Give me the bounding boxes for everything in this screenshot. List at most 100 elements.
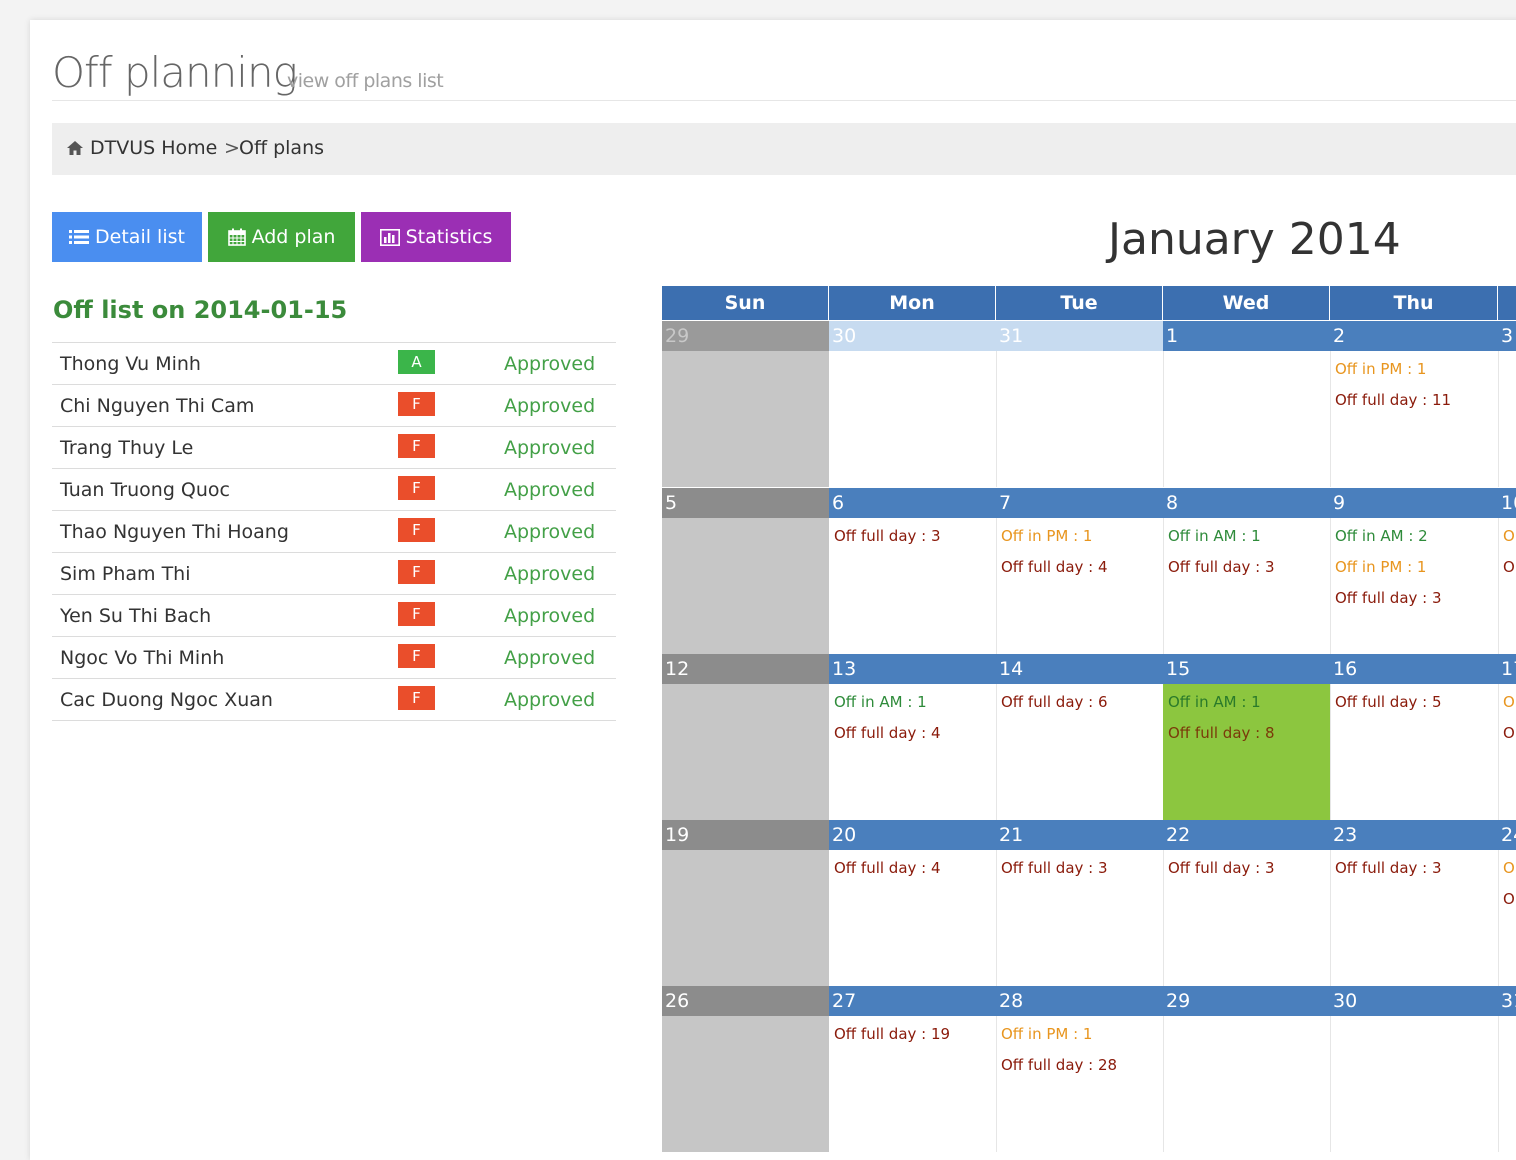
table-row[interactable]: Cac Duong Ngoc Xuan F Approved (52, 679, 616, 721)
home-icon (67, 141, 83, 155)
off-type-badge: F (398, 434, 435, 458)
day-entries: Off full day : 3 (1335, 858, 1442, 889)
day-number: 30 (1330, 986, 1498, 1016)
table-row[interactable]: Thong Vu Minh A Approved (52, 343, 616, 385)
calendar-day[interactable]: 2 Off in PM : 1 Off full day : 11 (1330, 321, 1499, 487)
off-list-title: Off list on 2014-01-15 (53, 296, 348, 324)
status-label: Approved (504, 521, 596, 543)
calendar-day[interactable]: 9 Off in AM : 2 Off in PM : 1 Off full day … (1330, 488, 1499, 654)
calendar-day[interactable]: 30 (1330, 986, 1499, 1152)
day-entries: OO (1503, 526, 1515, 588)
day-number: 9 (1330, 488, 1498, 518)
calendar-day[interactable]: 1 (1163, 321, 1331, 487)
day-entries: OO (1503, 858, 1515, 920)
page-subtitle: view off plans list (287, 70, 444, 92)
day-entries: Off in PM : 1 Off full day : 28 (1001, 1024, 1117, 1086)
calendar-day[interactable]: 30 (829, 321, 997, 487)
day-number: 7 (996, 488, 1163, 518)
table-row[interactable]: Trang Thuy Le F Approved (52, 427, 616, 469)
detail-list-label: Detail list (95, 226, 185, 248)
calendar-day[interactable]: 16 Off full day : 5 (1330, 654, 1499, 820)
calendar-day[interactable]: 14 Off full day : 6 (996, 654, 1164, 820)
calendar-day[interactable]: 7 Off in PM : 1 Off full day : 4 (996, 488, 1164, 654)
bar-chart-icon (379, 228, 400, 246)
day-number: 15 (1163, 654, 1330, 684)
breadcrumb-home-link[interactable]: DTVUS Home (66, 137, 217, 159)
day-number: 5 (662, 488, 829, 518)
off-count-full: Off full day : 3 (1335, 589, 1442, 607)
day-number: 13 (829, 654, 996, 684)
employee-name: Yen Su Thi Bach (60, 605, 212, 627)
day-number: 31 (1498, 986, 1516, 1016)
table-row[interactable]: Thao Nguyen Thi Hoang F Approved (52, 511, 616, 553)
calendar-day[interactable]: 13 Off in AM : 1 Off full day : 4 (829, 654, 997, 820)
calendar-day[interactable]: 21 Off full day : 3 (996, 820, 1164, 986)
off-count-full: Off full day : 3 (1335, 859, 1442, 877)
weekday-header: Tue (996, 286, 1162, 320)
calendar-day[interactable]: 6 Off full day : 3 (829, 488, 997, 654)
off-count-am: Off in AM : 2 (1335, 527, 1428, 545)
day-number: 10 (1498, 488, 1516, 518)
calendar-day[interactable]: 3 (1498, 321, 1516, 487)
status-label: Approved (504, 353, 596, 375)
weekday-header: Sun (662, 286, 828, 320)
off-count-am: Off in AM : 1 (1168, 527, 1261, 545)
off-count-full: O (1503, 724, 1515, 742)
table-row[interactable]: Tuan Truong Quoc F Approved (52, 469, 616, 511)
off-count-full: O (1503, 890, 1515, 908)
status-label: Approved (504, 395, 596, 417)
calendar-day[interactable]: 29 (662, 321, 829, 487)
calendar-day[interactable]: 12 (662, 654, 829, 820)
day-entries: Off in PM : 1 Off full day : 4 (1001, 526, 1108, 588)
calendar-day[interactable]: 24 OO (1498, 820, 1516, 986)
day-number: 19 (662, 820, 829, 850)
off-type-badge: F (398, 560, 435, 584)
day-entries: Off in AM : 1 Off full day : 3 (1168, 526, 1275, 588)
calendar-day[interactable]: 31 (1498, 986, 1516, 1152)
calendar-day[interactable]: 22 Off full day : 3 (1163, 820, 1331, 986)
weekday-header: Wed (1163, 286, 1329, 320)
day-number: 20 (829, 820, 996, 850)
employee-name: Chi Nguyen Thi Cam (60, 395, 255, 417)
calendar-day[interactable]: 8 Off in AM : 1 Off full day : 3 (1163, 488, 1331, 654)
breadcrumb: DTVUS Home > Off plans (52, 123, 1516, 175)
day-entries: Off full day : 5 (1335, 692, 1442, 723)
table-row[interactable]: Sim Pham Thi F Approved (52, 553, 616, 595)
calendar-day[interactable]: 5 (662, 488, 829, 654)
off-count-full: Off full day : 3 (1001, 859, 1108, 877)
calendar-day[interactable]: 10 OO (1498, 488, 1516, 654)
table-row[interactable]: Chi Nguyen Thi Cam F Approved (52, 385, 616, 427)
off-count-pm: O (1503, 693, 1515, 711)
off-count-full: Off full day : 4 (834, 859, 941, 877)
off-type-badge: F (398, 644, 435, 668)
day-entries: Off full day : 19 (834, 1024, 950, 1055)
calendar-day[interactable]: 26 (662, 986, 829, 1152)
page-header: Off planning view off plans list (52, 40, 1516, 101)
off-count-full: Off full day : 28 (1001, 1056, 1118, 1074)
table-row[interactable]: Ngoc Vo Thi Minh F Approved (52, 637, 616, 679)
add-plan-button[interactable]: Add plan (208, 212, 355, 262)
calendar-day[interactable]: 23 Off full day : 3 (1330, 820, 1499, 986)
calendar-day[interactable]: 31 (996, 321, 1164, 487)
table-row[interactable]: Yen Su Thi Bach F Approved (52, 595, 616, 637)
day-entries: Off in AM : 1 Off full day : 4 (834, 692, 941, 754)
weekday-header: Mon (829, 286, 995, 320)
calendar-day[interactable]: 27 Off full day : 19 (829, 986, 997, 1152)
calendar-day[interactable]: 17 OO (1498, 654, 1516, 820)
off-count-full: O (1503, 558, 1515, 576)
off-type-badge: F (398, 392, 435, 416)
calendar-day[interactable]: 20 Off full day : 4 (829, 820, 997, 986)
calendar-day[interactable]: 28 Off in PM : 1 Off full day : 28 (996, 986, 1164, 1152)
weekday-header (1498, 286, 1516, 320)
statistics-button[interactable]: Statistics (361, 212, 511, 262)
day-number: 6 (829, 488, 996, 518)
detail-list-button[interactable]: Detail list (52, 212, 202, 262)
calendar-day[interactable]: 29 (1163, 986, 1331, 1152)
off-list-table: Thong Vu Minh A Approved Chi Nguyen Thi Cam… (52, 342, 616, 721)
day-number: 2 (1330, 321, 1498, 351)
day-number: 1 (1163, 321, 1330, 351)
calendar-day-today[interactable]: 15 Off in AM : 1 Off full day : 8 (1163, 654, 1331, 820)
calendar-day[interactable]: 19 (662, 820, 829, 986)
day-entries: Off full day : 4 (834, 858, 941, 889)
off-count-pm: O (1503, 859, 1515, 877)
